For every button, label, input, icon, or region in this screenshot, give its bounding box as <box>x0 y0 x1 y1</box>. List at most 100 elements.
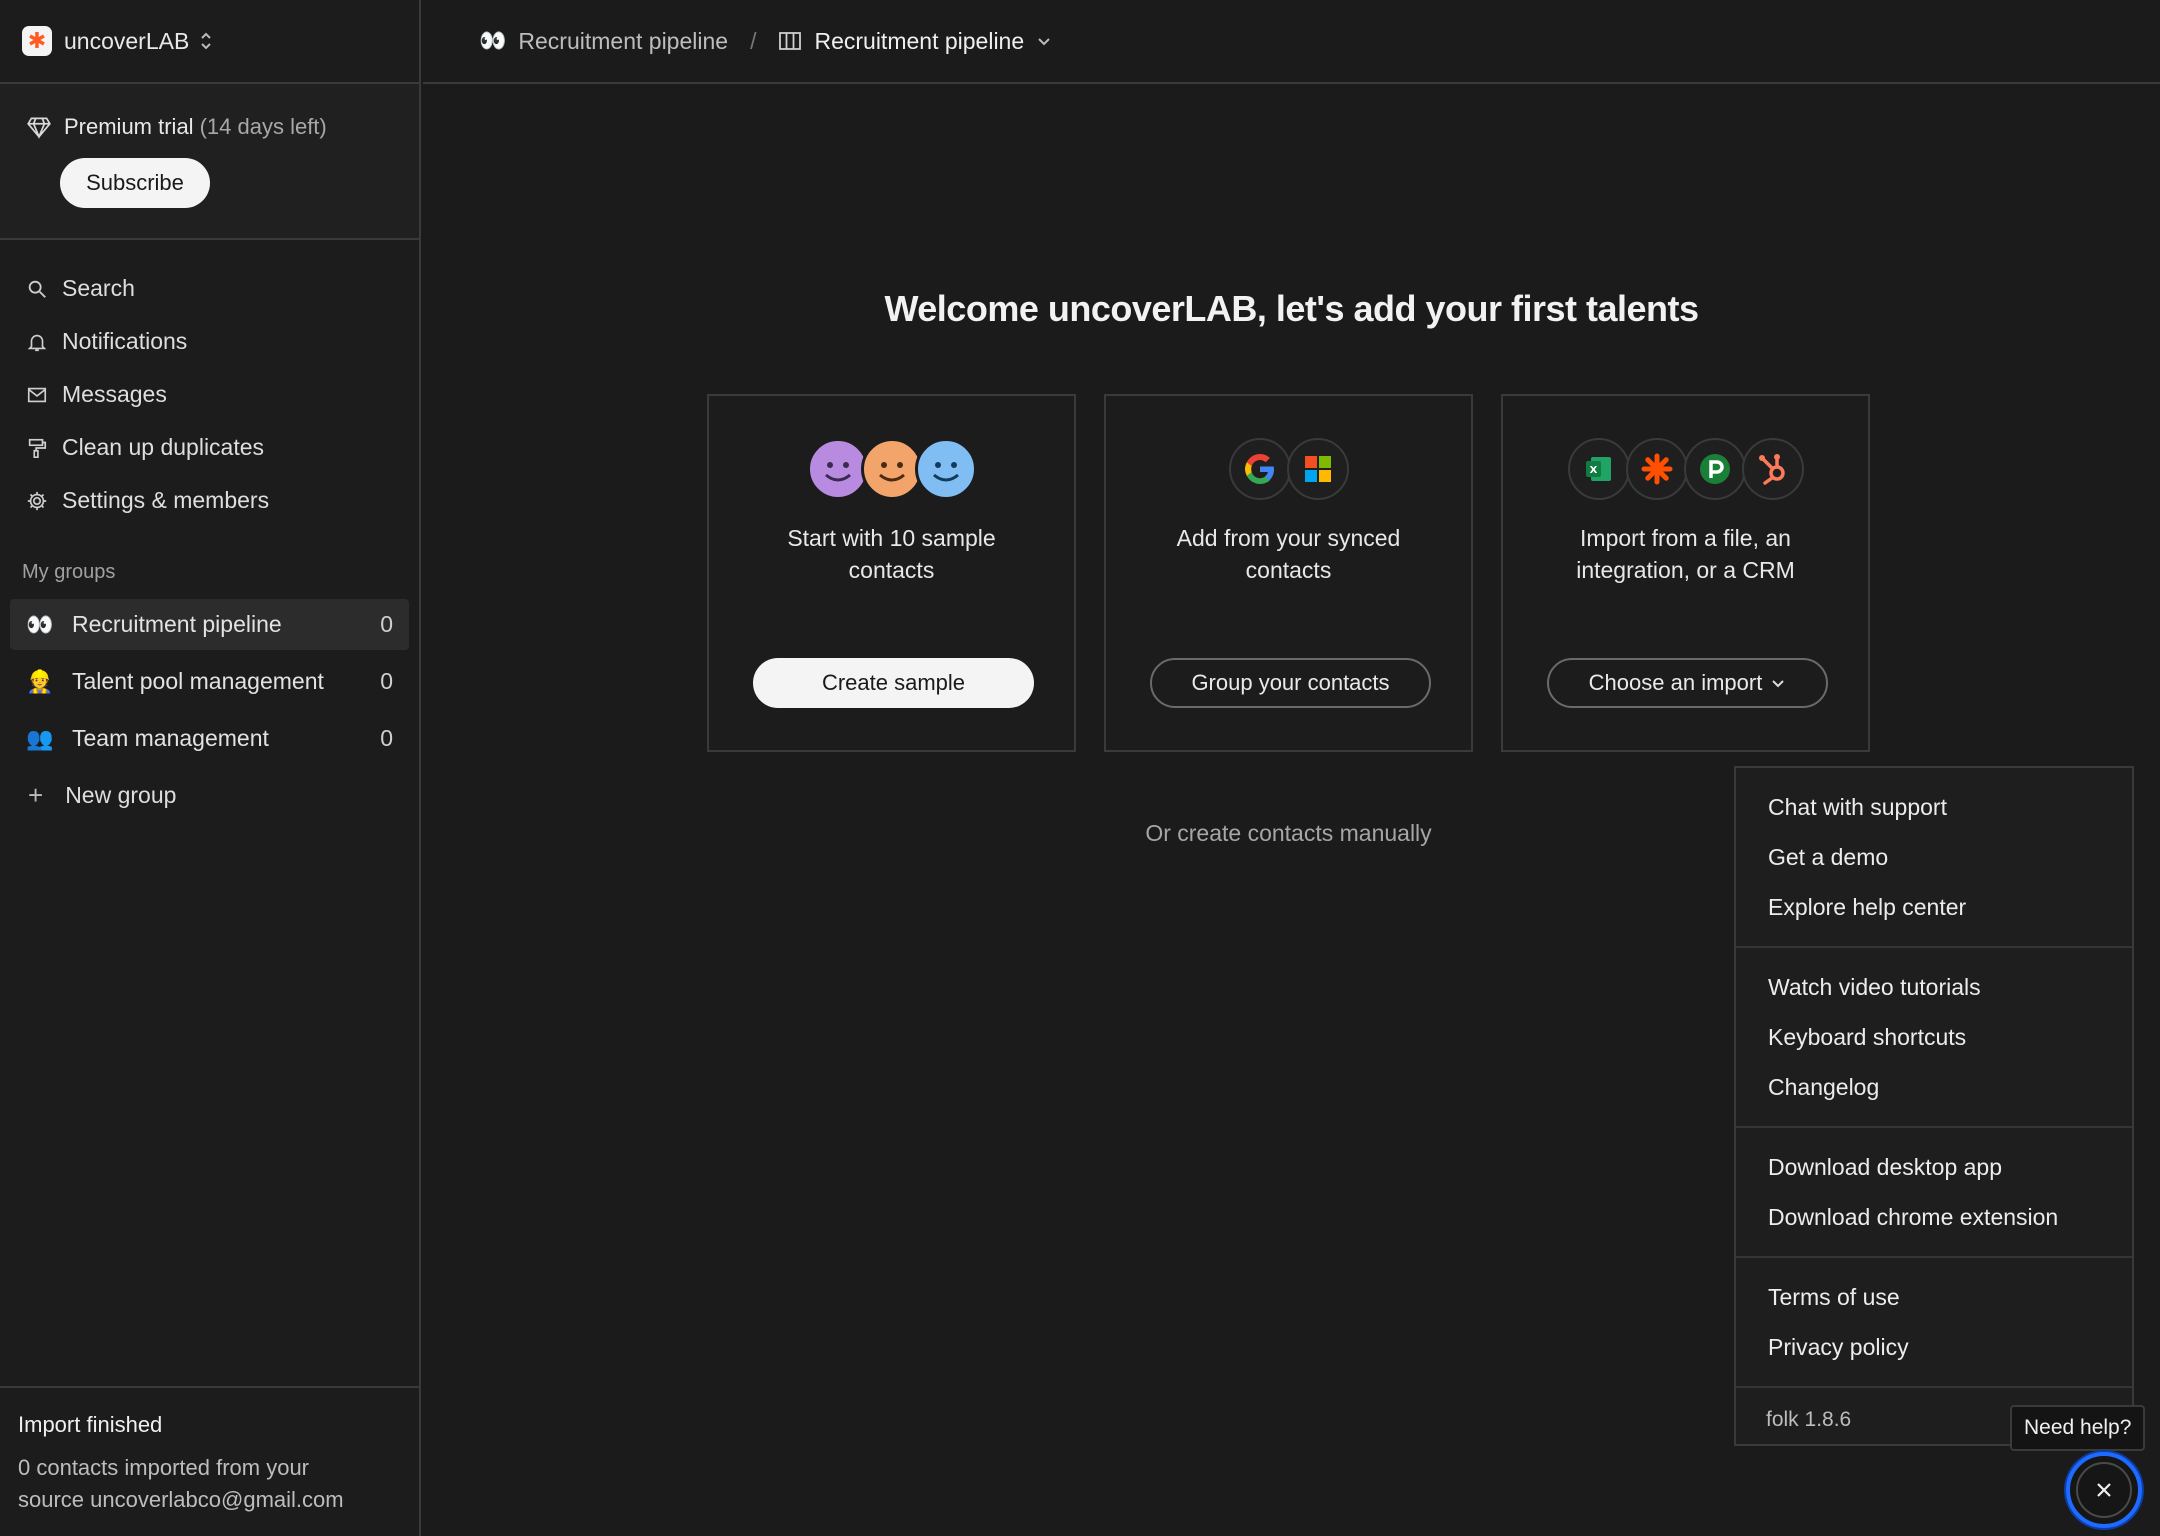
help-item-changelog[interactable]: Changelog <box>1736 1062 2132 1112</box>
premium-trial-panel: Premium trial (14 days left) Subscribe <box>0 84 419 240</box>
bell-icon <box>27 334 47 351</box>
choose-an-import-button[interactable]: Choose an import <box>1547 658 1828 708</box>
import-status-title: Import finished <box>18 1412 163 1437</box>
import-card: X Import from a file, an integration, or… <box>1501 394 1870 752</box>
card-text-line: Add from your synced <box>1176 525 1401 551</box>
sidebar-nav: Search Notifications Messages Clean up d… <box>0 240 419 527</box>
search-icon <box>28 280 46 298</box>
sidebar-item-label: Messages <box>62 381 167 407</box>
group-count: 0 <box>380 668 393 694</box>
sample-contacts-card: Start with 10 sample contacts Create sam… <box>707 394 1076 752</box>
svg-text:X: X <box>1589 465 1597 476</box>
breadcrumb-label: Recruitment pipeline <box>518 27 729 54</box>
hubspot-icon <box>1741 438 1804 500</box>
group-label: Team management <box>72 725 269 751</box>
eyes-icon: 👀 <box>479 28 507 53</box>
group-item-recruitment-pipeline[interactable]: 👀 Recruitment pipeline 0 <box>10 599 409 650</box>
help-section-legal: Terms of use Privacy policy <box>1736 1258 2132 1388</box>
help-item-chat-support[interactable]: Chat with support <box>1736 782 2132 832</box>
smiley-face-icon <box>860 438 923 500</box>
sample-faces <box>709 436 1074 502</box>
card-text-line: Import from a file, an <box>1580 525 1791 551</box>
subscribe-button[interactable]: Subscribe <box>60 158 210 208</box>
chevron-down-icon <box>1038 38 1050 46</box>
button-label: Choose an import <box>1588 670 1763 695</box>
workspace-logo-icon: ✱ <box>22 26 52 56</box>
breadcrumb-separator: / <box>750 27 757 54</box>
group-item-team-management[interactable]: 👥 Team management 0 <box>10 713 409 764</box>
gear-icon <box>27 491 47 510</box>
import-status-desc: 0 contacts imported from your source unc… <box>18 1452 403 1516</box>
chevron-down-icon <box>1772 680 1785 688</box>
close-icon <box>2076 1462 2132 1518</box>
sidebar-item-settings[interactable]: Settings & members <box>0 474 419 527</box>
card-description: Add from your synced contacts <box>1106 522 1471 586</box>
sidebar-item-label: Settings & members <box>62 487 270 513</box>
sidebar-item-cleanup[interactable]: Clean up duplicates <box>0 421 419 474</box>
microsoft-icon <box>1286 438 1349 500</box>
workspace-switcher[interactable]: ✱ uncoverLAB <box>0 0 419 84</box>
breadcrumb-group[interactable]: 👀 Recruitment pipeline <box>479 28 728 55</box>
workspace-name: uncoverLAB <box>64 27 190 54</box>
view-label: Recruitment pipeline <box>814 27 1025 54</box>
card-text-line: contacts <box>1245 557 1332 583</box>
board-view-icon <box>779 32 802 50</box>
create-sample-button[interactable]: Create sample <box>753 658 1034 708</box>
sidebar-item-notifications[interactable]: Notifications <box>0 315 419 368</box>
sync-provider-icons <box>1106 436 1471 502</box>
help-section-downloads: Download desktop app Download chrome ext… <box>1736 1128 2132 1258</box>
create-manually-link[interactable]: Or create contacts manually <box>1104 820 1473 847</box>
sidebar-item-label: Notifications <box>62 328 188 354</box>
sidebar-item-label: Search <box>62 275 135 301</box>
group-count: 0 <box>380 725 393 751</box>
group-your-contacts-button[interactable]: Group your contacts <box>1150 658 1431 708</box>
need-help-tooltip: Need help? <box>2010 1405 2146 1451</box>
group-label: Talent pool management <box>72 668 324 694</box>
people-icon: 👥 <box>26 725 54 751</box>
paint-roller-icon <box>28 438 47 458</box>
card-text-line: Start with 10 sample <box>787 525 996 551</box>
group-count: 0 <box>380 611 393 637</box>
welcome-heading: Welcome uncoverLAB, let's add your first… <box>884 288 1699 329</box>
group-label: Recruitment pipeline <box>72 611 282 637</box>
card-description: Start with 10 sample contacts <box>709 522 1074 586</box>
import-provider-icons: X <box>1503 436 1868 502</box>
group-item-talent-pool[interactable]: 👷 Talent pool management 0 <box>10 656 409 707</box>
plus-icon: + <box>28 780 44 810</box>
sidebar: ✱ uncoverLAB Premium trial (14 days left… <box>0 0 421 1536</box>
new-group-label: New group <box>65 782 177 808</box>
help-item-desktop-app[interactable]: Download desktop app <box>1736 1142 2132 1192</box>
help-item-get-demo[interactable]: Get a demo <box>1736 832 2132 882</box>
chevron-updown-icon <box>199 30 213 52</box>
diamond-icon <box>27 117 51 140</box>
trial-days-left: (14 days left) <box>199 114 327 139</box>
sidebar-item-search[interactable]: Search <box>0 262 419 315</box>
help-item-help-center[interactable]: Explore help center <box>1736 882 2132 932</box>
view-switcher[interactable]: Recruitment pipeline <box>778 28 1064 55</box>
import-desc-line: 0 contacts imported from your <box>18 1455 310 1480</box>
card-description: Import from a file, an integration, or a… <box>1503 522 1868 586</box>
excel-icon: X <box>1567 438 1630 500</box>
smiley-face-icon <box>914 438 977 500</box>
help-item-video-tutorials[interactable]: Watch video tutorials <box>1736 962 2132 1012</box>
help-close-button[interactable] <box>2066 1452 2142 1528</box>
help-item-keyboard-shortcuts[interactable]: Keyboard shortcuts <box>1736 1012 2132 1062</box>
new-group-button[interactable]: + New group <box>0 770 419 821</box>
import-status-panel: Import finished 0 contacts imported from… <box>0 1386 421 1536</box>
help-item-terms[interactable]: Terms of use <box>1736 1272 2132 1322</box>
trial-label: Premium trial <box>64 114 194 139</box>
smiley-face-icon <box>806 438 869 500</box>
mail-icon <box>27 387 47 402</box>
help-section-support: Chat with support Get a demo Explore hel… <box>1736 768 2132 948</box>
help-section-learn: Watch video tutorials Keyboard shortcuts… <box>1736 948 2132 1128</box>
google-icon <box>1228 438 1291 500</box>
zapier-icon <box>1625 438 1688 500</box>
help-item-privacy[interactable]: Privacy policy <box>1736 1322 2132 1372</box>
help-item-chrome-extension[interactable]: Download chrome extension <box>1736 1192 2132 1242</box>
import-desc-line: source uncoverlabco@gmail.com <box>18 1487 344 1512</box>
synced-contacts-card: Add from your synced contacts Group your… <box>1104 394 1473 752</box>
sidebar-item-label: Clean up duplicates <box>62 434 265 460</box>
card-text-line: contacts <box>848 557 935 583</box>
sidebar-item-messages[interactable]: Messages <box>0 368 419 421</box>
pipedrive-icon <box>1683 438 1746 500</box>
